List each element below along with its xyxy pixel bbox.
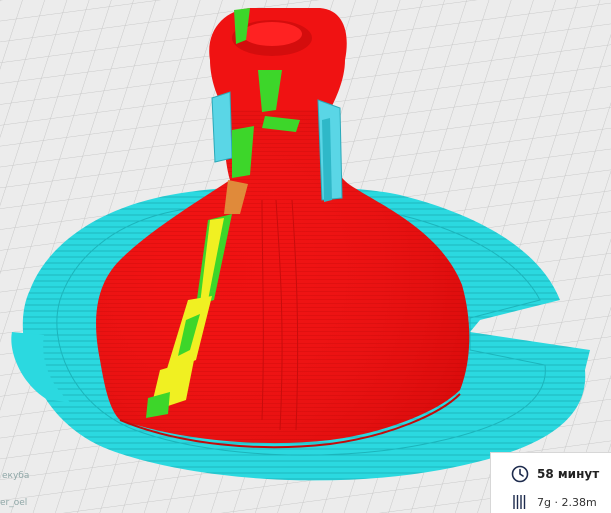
bed-label-1: екуба — [2, 471, 30, 481]
model-preview[interactable] — [0, 0, 611, 513]
print-time: 58 минут — [537, 467, 600, 481]
print-info-panel[interactable]: 58 минут 7g · 2.38m — [490, 452, 611, 513]
material-usage: 7g · 2.38m — [537, 495, 597, 509]
print-time-row[interactable]: 58 минут — [511, 463, 611, 485]
material-row[interactable]: 7g · 2.38m — [511, 491, 611, 513]
bed-label-2: er_oel — [0, 498, 28, 508]
clock-icon — [511, 465, 529, 483]
3d-viewport[interactable]: екуба er_oel — [0, 0, 611, 513]
filament-spool-icon — [513, 495, 526, 509]
